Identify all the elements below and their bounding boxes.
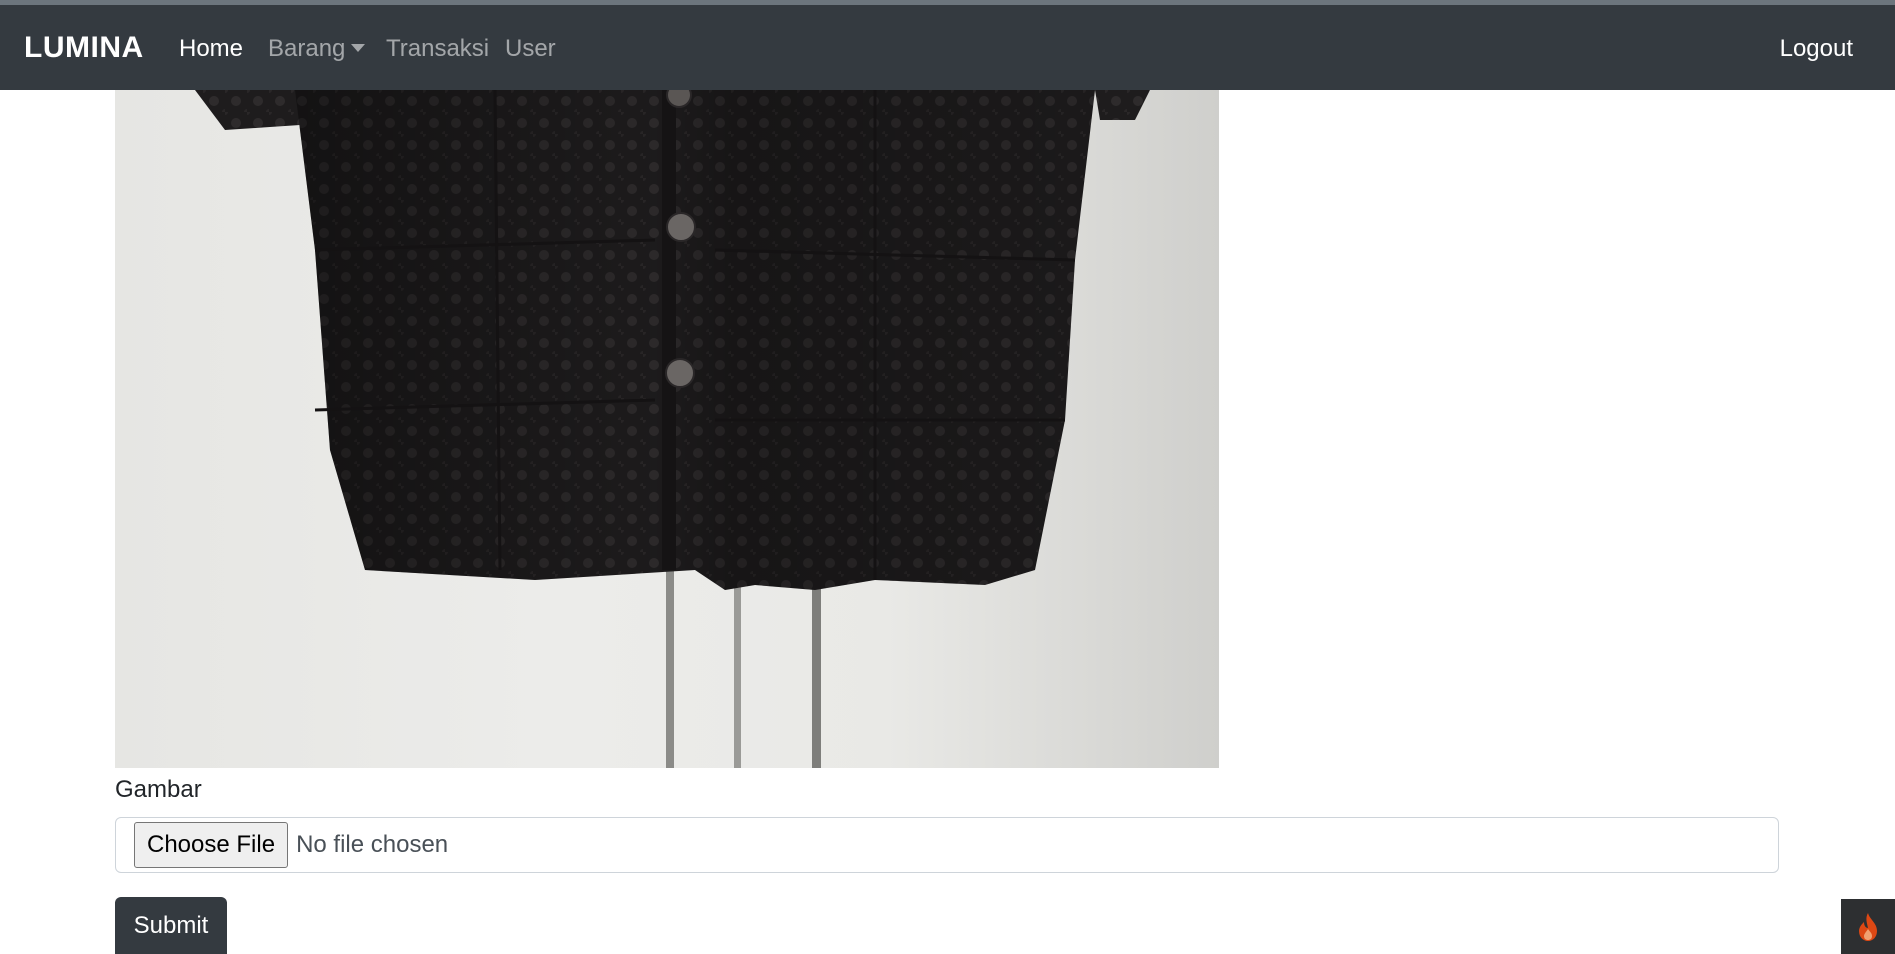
flame-icon <box>1859 912 1877 941</box>
logout-link[interactable]: Logout <box>1780 35 1853 63</box>
debug-toolbar-toggle[interactable] <box>1841 899 1895 954</box>
nav-barang-dropdown[interactable]: Barang <box>268 35 366 63</box>
image-field-label: Gambar <box>115 776 202 803</box>
submit-button[interactable]: Submit <box>115 897 227 954</box>
choose-file-button[interactable]: Choose File <box>134 822 289 868</box>
nav-home[interactable]: Home <box>179 35 243 63</box>
nav-transaksi[interactable]: Transaksi <box>386 35 489 63</box>
navbar: LUMINA Home Barang Transaksi User Logout <box>0 5 1895 90</box>
nav-user[interactable]: User <box>505 35 556 63</box>
image-file-input[interactable]: Choose File No file chosen <box>115 817 1779 873</box>
product-image <box>115 90 1219 768</box>
brand-logo[interactable]: LUMINA <box>24 31 144 65</box>
cardigan-photo <box>195 90 1150 768</box>
nav-barang-label: Barang <box>268 35 346 62</box>
file-status-text: No file chosen <box>296 831 449 858</box>
chevron-down-icon <box>351 43 366 52</box>
